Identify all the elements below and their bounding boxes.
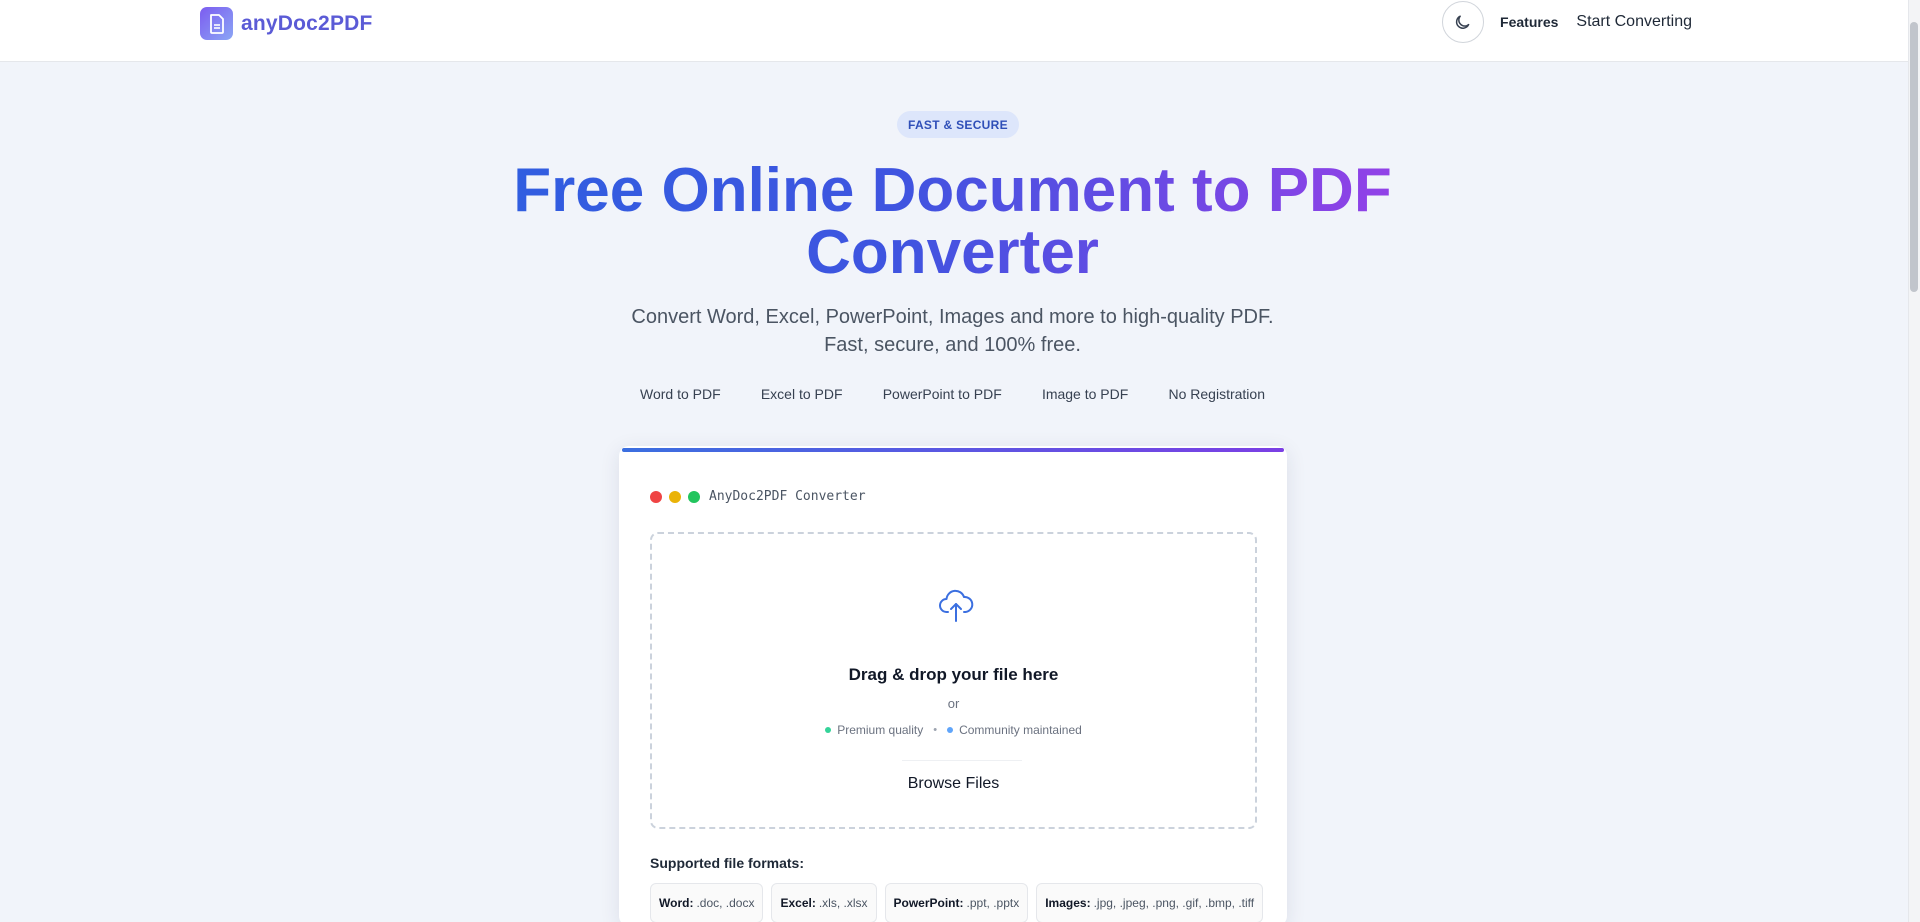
format-item-word: Word: .doc, .docx (650, 883, 764, 922)
cloud-upload-icon (939, 589, 974, 622)
format-name: Images: (1045, 896, 1091, 910)
nav-start-converting-link[interactable]: Start Converting (1576, 13, 1692, 31)
divider (902, 760, 1022, 761)
top-nav: Features Start Converting (1442, 1, 1692, 43)
green-dot-icon (688, 491, 700, 503)
logo[interactable]: anyDoc2PDF (200, 7, 373, 40)
theme-toggle-button[interactable] (1442, 1, 1485, 43)
feature-item: Excel to PDF (760, 386, 843, 402)
nav-features-link[interactable]: Features (1500, 14, 1558, 30)
window-controls (650, 491, 700, 503)
feature-list: Word to PDF Excel to PDF PowerPoint to P… (640, 386, 1265, 406)
title-line-2: Converter (806, 218, 1099, 287)
dropzone-or: or (947, 696, 960, 711)
moon-icon (1455, 15, 1470, 29)
format-item-powerpoint: PowerPoint: .ppt, .pptx (884, 883, 1029, 922)
red-dot-icon (650, 491, 662, 503)
subtitle-line-2: Fast, secure, and 100% free. (824, 334, 1081, 356)
meta-premium-quality: Premium quality (837, 723, 924, 737)
format-item-images: Images: .jpg, .jpeg, .png, .gif, .bmp, .… (1036, 883, 1264, 922)
hero-subtitle: Convert Word, Excel, PowerPoint, Images … (560, 303, 1345, 359)
format-name: Word: (659, 896, 694, 910)
logo-text: anyDoc2PDF (241, 11, 373, 35)
scrollbar-thumb[interactable] (1910, 22, 1918, 292)
feature-item: Image to PDF (1041, 386, 1129, 402)
subtitle-line-1: Convert Word, Excel, PowerPoint, Images … (631, 306, 1274, 328)
separator: • (933, 724, 938, 736)
feature-item: No Registration (1168, 386, 1265, 402)
title-line-1: Free Online Document to PDF (513, 156, 1392, 225)
scrollbar[interactable] (1908, 0, 1920, 922)
formats-label: Supported file formats: (650, 855, 805, 871)
hero-badge: FAST & SECURE (897, 111, 1019, 138)
dropzone-title: Drag & drop your file here (848, 665, 1059, 684)
yellow-dot-icon (669, 491, 681, 503)
format-name: Excel: (780, 896, 816, 910)
file-dropzone[interactable]: Drag & drop your file here or Premium qu… (650, 532, 1257, 829)
feature-item: PowerPoint to PDF (882, 386, 1002, 402)
meta-community-maintained: Community maintained (959, 723, 1082, 737)
format-item-excel: Excel: .xls, .xlsx (771, 883, 877, 922)
converter-window-title: AnyDoc2PDF Converter (709, 489, 866, 504)
dropzone-meta: Premium quality • Community maintained (652, 723, 1255, 737)
format-ext: .xls, .xlsx (818, 896, 868, 910)
formats-list: Word: .doc, .docx Excel: .xls, .xlsx Pow… (650, 883, 1264, 922)
card-accent-bar (622, 448, 1284, 452)
feature-item: Word to PDF (640, 386, 721, 402)
document-icon (200, 7, 233, 40)
format-ext: .doc, .docx (696, 896, 755, 910)
green-status-icon (825, 727, 832, 733)
format-ext: .jpg, .jpeg, .png, .gif, .bmp, .tiff (1093, 896, 1255, 910)
site-header: anyDoc2PDF Features Start Converting (0, 0, 1908, 62)
format-ext: .ppt, .pptx (966, 896, 1020, 910)
format-name: PowerPoint: (893, 896, 964, 910)
blue-status-icon (947, 727, 954, 733)
converter-card: AnyDoc2PDF Converter Drag & drop your fi… (619, 446, 1287, 922)
page-title: Free Online Document to PDF Converter (460, 160, 1445, 284)
browse-files-button[interactable]: Browse Files (652, 775, 1255, 793)
